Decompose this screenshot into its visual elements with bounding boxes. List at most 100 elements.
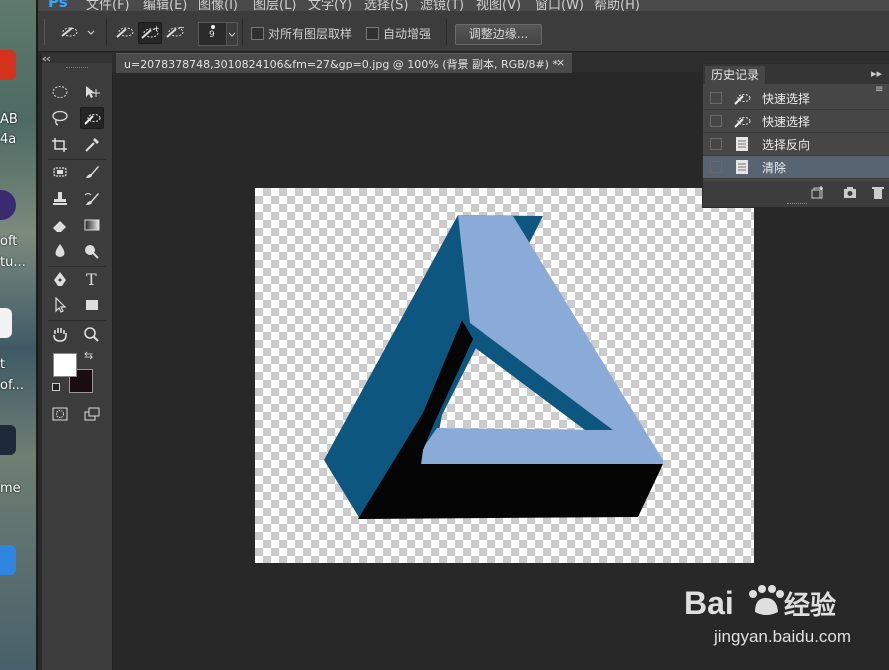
pen-icon xyxy=(54,272,66,286)
history-brush-tool[interactable] xyxy=(80,188,104,210)
menu-edit[interactable]: 编辑(E) xyxy=(143,0,187,11)
quick-selection-tool[interactable] xyxy=(80,107,104,129)
marquee-tool[interactable] xyxy=(48,81,72,103)
screen-mode-button[interactable] xyxy=(80,403,104,425)
desktop-label: of... xyxy=(0,378,24,393)
desktop-app-icon[interactable] xyxy=(0,545,16,575)
collapse-arrows-icon xyxy=(42,56,51,62)
toolbox-grip xyxy=(66,67,88,70)
divider xyxy=(106,19,107,45)
subtract-from-selection-button[interactable]: − xyxy=(164,22,186,42)
desktop-background: AB 4a oft tu... t of... me xyxy=(0,0,38,670)
eyedropper-tool[interactable] xyxy=(80,134,104,156)
divider xyxy=(242,19,243,45)
new-selection-button[interactable] xyxy=(114,22,136,42)
menu-filter[interactable]: 滤镜(T) xyxy=(420,0,464,11)
document-canvas[interactable] xyxy=(255,188,754,563)
desktop-app-icon[interactable] xyxy=(0,50,16,80)
menu-file[interactable]: 文件(F) xyxy=(86,0,130,11)
eraser-tool[interactable] xyxy=(48,214,72,236)
eyedropper-icon xyxy=(85,138,99,152)
menu-help[interactable]: 帮助(H) xyxy=(594,0,640,11)
add-to-selection-button[interactable]: + xyxy=(138,22,162,44)
new-document-from-state-icon[interactable] xyxy=(811,186,825,199)
watermark-brand-a: Bai xyxy=(684,585,734,621)
quick-selection-icon xyxy=(84,114,101,125)
quick-selection-new-icon xyxy=(116,27,134,38)
desktop-app-icon[interactable] xyxy=(0,190,16,220)
clone-stamp-tool[interactable] xyxy=(48,188,72,210)
refine-edge-button[interactable]: 调整边缘... xyxy=(455,24,542,45)
menu-type[interactable]: 文字(Y) xyxy=(308,0,352,11)
tool-preset-picker[interactable] xyxy=(58,22,98,42)
move-tool[interactable] xyxy=(80,81,104,103)
divider xyxy=(446,19,447,45)
history-state[interactable]: 快速选择 xyxy=(703,87,889,110)
document-tab[interactable]: u=2078378748,3010824106&fm=27&gp=0.jpg @… xyxy=(116,53,572,73)
watermark-url: jingyan.baidu.com xyxy=(713,627,851,646)
lasso-tool[interactable] xyxy=(48,107,72,129)
rectangle-icon xyxy=(86,300,98,310)
camera-icon[interactable] xyxy=(843,186,857,199)
close-icon[interactable]: × xyxy=(556,56,565,69)
history-state[interactable]: 快速选择 xyxy=(703,110,889,133)
crop-tool[interactable] xyxy=(48,134,72,156)
dodge-tool[interactable] xyxy=(80,240,104,262)
history-panel-footer xyxy=(703,181,889,207)
history-panel: 历史记录 ▸▸ ≡ 快速选择 快速选择 选择反向 清除 xyxy=(702,63,889,208)
blur-drop-icon xyxy=(55,244,65,257)
brush-dropdown-arrow[interactable] xyxy=(226,23,237,45)
history-panel-tab[interactable]: 历史记录 xyxy=(705,66,766,84)
menu-bar: Ps 文件(F) 编辑(E) 图像(I) 图层(L) 文字(Y) 选择(S) 滤… xyxy=(38,0,889,11)
gradient-tool[interactable] xyxy=(80,214,104,236)
document-icon xyxy=(736,137,748,151)
toolbox-header[interactable] xyxy=(42,53,112,63)
blur-tool[interactable] xyxy=(48,240,72,262)
history-snapshot-checkbox[interactable] xyxy=(710,161,722,173)
desktop-app-icon[interactable] xyxy=(0,425,16,455)
default-colors-icon[interactable] xyxy=(52,383,60,391)
path-select-icon xyxy=(55,297,67,313)
foreground-color-swatch[interactable] xyxy=(53,353,77,377)
grip-divider xyxy=(44,19,45,45)
desktop-label: oft xyxy=(0,234,18,249)
rectangle-tool[interactable] xyxy=(80,294,104,316)
menu-layer[interactable]: 图层(L) xyxy=(253,0,296,11)
desktop-file-icon[interactable] xyxy=(0,308,12,338)
menu-window[interactable]: 窗口(W) xyxy=(535,0,584,11)
history-state[interactable]: 选择反向 xyxy=(703,133,889,156)
gradient-icon xyxy=(84,219,100,231)
swap-colors-icon[interactable]: ⇆ xyxy=(84,349,93,362)
brush-tool[interactable] xyxy=(80,161,104,183)
history-snapshot-checkbox[interactable] xyxy=(710,92,722,104)
hand-icon xyxy=(53,328,67,342)
quick-mask-button[interactable] xyxy=(48,403,72,425)
menu-image[interactable]: 图像(I) xyxy=(198,0,238,11)
auto-enhance-checkbox[interactable] xyxy=(366,27,379,40)
desktop-label: 4a xyxy=(0,132,17,147)
history-snapshot-checkbox[interactable] xyxy=(710,115,722,127)
menu-select[interactable]: 选择(S) xyxy=(364,0,408,11)
history-panel-header: 历史记录 ▸▸ xyxy=(703,64,889,84)
history-snapshot-checkbox[interactable] xyxy=(710,138,722,150)
lasso-icon xyxy=(52,110,68,126)
paw-icon xyxy=(749,585,784,615)
pen-tool[interactable] xyxy=(48,268,72,290)
type-tool[interactable]: T xyxy=(80,268,104,290)
hand-tool[interactable] xyxy=(48,323,72,345)
menu-view[interactable]: 视图(V) xyxy=(476,0,521,11)
panel-resize-grip[interactable] xyxy=(787,203,807,206)
quick-selection-icon xyxy=(61,27,95,37)
panel-collapse-icon[interactable]: ▸▸ xyxy=(871,67,882,80)
trash-icon[interactable] xyxy=(871,186,885,199)
zoom-tool[interactable] xyxy=(80,323,104,345)
options-bar: + − 9 对所有图层取样 自动增强 调整边缘... xyxy=(38,11,889,52)
path-selection-tool[interactable] xyxy=(48,294,72,316)
quick-selection-add-icon: + xyxy=(141,24,160,39)
sample-all-layers-checkbox[interactable] xyxy=(251,27,264,40)
svg-text:+: + xyxy=(153,24,160,33)
brush-size-picker[interactable]: 9 xyxy=(198,22,238,46)
toolbox-divider xyxy=(48,266,106,267)
spot-healing-tool[interactable] xyxy=(48,161,72,183)
history-state-selected[interactable]: 清除 xyxy=(703,156,889,179)
